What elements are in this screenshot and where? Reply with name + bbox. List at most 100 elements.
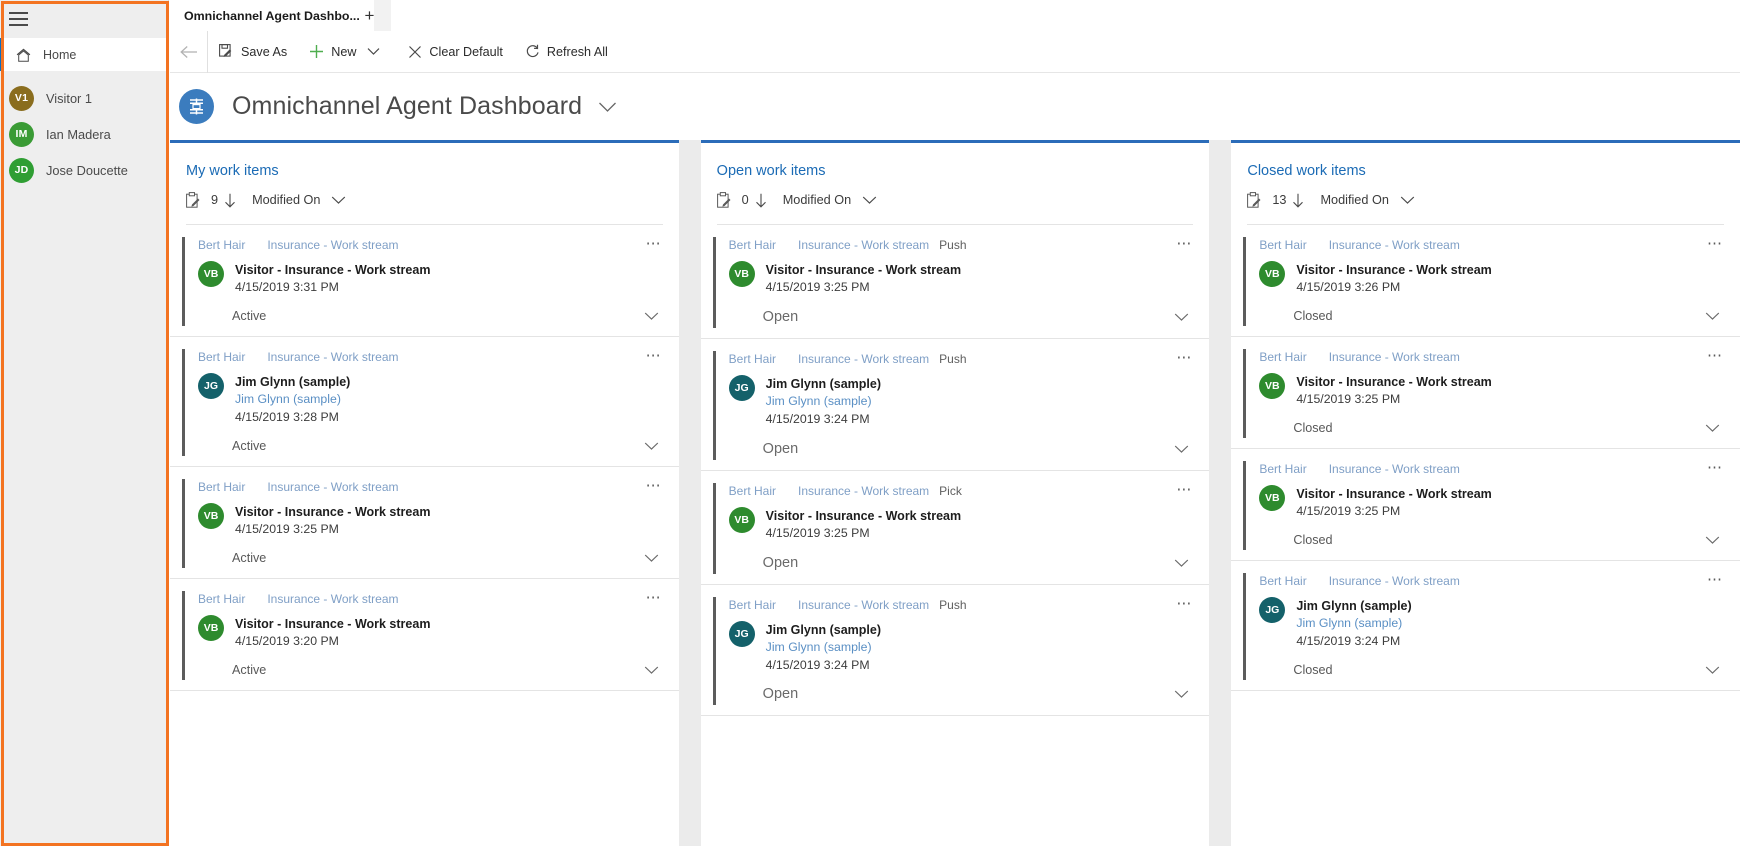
chevron-down-icon[interactable] <box>644 553 663 563</box>
table-row[interactable]: Bert Hair Insurance - Work stream Push ⋯… <box>700 339 1210 471</box>
tab-omnichannel-agent-dashboard[interactable]: Omnichannel Agent Dashbo... <box>170 0 374 31</box>
more-options-icon[interactable]: ⋯ <box>1176 236 1193 251</box>
chevron-down-icon[interactable] <box>644 665 663 675</box>
sidebar-item-ian-madera[interactable]: IM Ian Madera <box>0 116 168 152</box>
more-options-icon[interactable]: ⋯ <box>1707 348 1724 363</box>
card-owner[interactable]: Bert Hair <box>198 592 245 606</box>
omnichannel-icon <box>179 89 214 124</box>
chevron-down-icon[interactable] <box>862 195 877 205</box>
card-stream[interactable]: Insurance - Work stream <box>798 598 929 612</box>
card-owner[interactable]: Bert Hair <box>729 352 776 366</box>
more-options-icon[interactable]: ⋯ <box>646 236 663 251</box>
column-title[interactable]: Closed work items <box>1247 163 1724 179</box>
new-tab-button[interactable]: + <box>348 0 391 31</box>
chevron-down-icon[interactable] <box>598 101 617 113</box>
card-owner[interactable]: Bert Hair <box>729 484 776 498</box>
status-badge: Closed <box>1293 308 1333 323</box>
chevron-down-icon[interactable] <box>1174 689 1193 699</box>
card-stream[interactable]: Insurance - Work stream <box>798 352 929 366</box>
home-icon <box>15 47 32 63</box>
card-owner[interactable]: Bert Hair <box>198 480 245 494</box>
new-button[interactable]: New <box>298 31 397 73</box>
chevron-down-icon[interactable] <box>1705 535 1724 545</box>
chevron-down-icon[interactable] <box>365 47 386 56</box>
more-options-icon[interactable]: ⋯ <box>1176 350 1193 365</box>
card-owner[interactable]: Bert Hair <box>1259 238 1306 252</box>
table-row[interactable]: Bert Hair Insurance - Work stream ⋯ VB V… <box>170 579 679 691</box>
card-stream[interactable]: Insurance - Work stream <box>1329 574 1460 588</box>
chevron-down-icon[interactable] <box>1705 423 1724 433</box>
card-stream[interactable]: Insurance - Work stream <box>1329 350 1460 364</box>
chevron-down-icon[interactable] <box>644 441 663 451</box>
card-stream[interactable]: Insurance - Work stream <box>267 480 398 494</box>
table-row[interactable]: Bert Hair Insurance - Work stream ⋯ JG J… <box>170 337 679 467</box>
refresh-icon <box>525 44 540 59</box>
chevron-down-icon[interactable] <box>1705 665 1724 675</box>
sidebar-item-home[interactable]: Home <box>0 38 168 71</box>
sort-descending-icon[interactable] <box>1292 193 1304 208</box>
hamburger-icon[interactable] <box>9 12 28 26</box>
card-primary-text: Visitor - Insurance - Work stream <box>235 263 431 277</box>
more-options-icon[interactable]: ⋯ <box>1707 460 1724 475</box>
clear-default-button[interactable]: Clear Default <box>397 31 514 73</box>
column-title[interactable]: My work items <box>186 163 663 179</box>
more-options-icon[interactable]: ⋯ <box>1707 572 1724 587</box>
chevron-down-icon[interactable] <box>1174 444 1193 454</box>
card-stream[interactable]: Insurance - Work stream <box>798 238 929 252</box>
table-row[interactable]: Bert Hair Insurance - Work stream Push ⋯… <box>700 225 1210 339</box>
card-secondary-text[interactable]: Jim Glynn (sample) <box>1296 615 1411 633</box>
card-stream[interactable]: Insurance - Work stream <box>1329 238 1460 252</box>
table-row[interactable]: Bert Hair Insurance - Work stream ⋯ VB V… <box>170 467 679 579</box>
table-row[interactable]: Bert Hair Insurance - Work stream ⋯ VB V… <box>1231 449 1740 561</box>
card-owner[interactable]: Bert Hair <box>729 598 776 612</box>
table-row[interactable]: Bert Hair Insurance - Work stream ⋯ VB V… <box>1231 225 1740 337</box>
card-secondary-text[interactable]: Jim Glynn (sample) <box>766 639 881 657</box>
card-stream[interactable]: Insurance - Work stream <box>267 238 398 252</box>
card-owner[interactable]: Bert Hair <box>1259 350 1306 364</box>
refresh-all-button[interactable]: Refresh All <box>514 31 619 73</box>
card-owner[interactable]: Bert Hair <box>729 238 776 252</box>
sidebar-item-jose-doucette[interactable]: JD Jose Doucette <box>0 152 168 188</box>
avatar: JD <box>9 157 34 183</box>
sort-descending-icon[interactable] <box>224 193 236 208</box>
chevron-down-icon[interactable] <box>1174 312 1193 322</box>
back-button[interactable] <box>170 30 208 73</box>
column-title[interactable]: Open work items <box>717 163 1194 179</box>
table-row[interactable]: Bert Hair Insurance - Work stream Pick ⋯… <box>700 471 1210 585</box>
table-row[interactable]: Bert Hair Insurance - Work stream ⋯ VB V… <box>170 225 679 337</box>
card-lines: Jim Glynn (sample) Jim Glynn (sample) 4/… <box>766 375 881 429</box>
chevron-down-icon[interactable] <box>1400 195 1415 205</box>
card-primary-text: Visitor - Insurance - Work stream <box>765 263 962 277</box>
card-owner[interactable]: Bert Hair <box>198 350 245 364</box>
table-row[interactable]: Bert Hair Insurance - Work stream Push ⋯… <box>700 585 1210 717</box>
more-options-icon[interactable]: ⋯ <box>646 348 663 363</box>
more-options-icon[interactable]: ⋯ <box>1176 482 1193 497</box>
more-options-icon[interactable]: ⋯ <box>1176 596 1193 611</box>
table-row[interactable]: Bert Hair Insurance - Work stream ⋯ JG J… <box>1231 561 1740 691</box>
chevron-down-icon[interactable] <box>1705 311 1724 321</box>
chevron-down-icon[interactable] <box>644 311 663 321</box>
more-options-icon[interactable]: ⋯ <box>1707 236 1724 251</box>
card-secondary-text[interactable]: Jim Glynn (sample) <box>766 393 881 411</box>
more-options-icon[interactable]: ⋯ <box>646 590 663 605</box>
clipboard-icon <box>716 192 731 208</box>
sidebar-menu-row[interactable] <box>0 0 168 38</box>
card-stream[interactable]: Insurance - Work stream <box>798 484 929 498</box>
card-stream[interactable]: Insurance - Work stream <box>267 592 398 606</box>
card-owner[interactable]: Bert Hair <box>1259 462 1306 476</box>
status-badge: Closed <box>1293 532 1333 547</box>
card-owner[interactable]: Bert Hair <box>198 238 245 252</box>
more-options-icon[interactable]: ⋯ <box>646 478 663 493</box>
sidebar-item-visitor-1[interactable]: V1 Visitor 1 <box>0 80 168 116</box>
chevron-down-icon[interactable] <box>331 195 346 205</box>
card-secondary-text[interactable]: Jim Glynn (sample) <box>235 391 350 409</box>
chevron-down-icon[interactable] <box>1174 558 1193 568</box>
sort-descending-icon[interactable] <box>755 193 767 208</box>
save-as-button[interactable]: Save As <box>208 31 298 73</box>
card-stream[interactable]: Insurance - Work stream <box>1329 462 1460 476</box>
card-stream[interactable]: Insurance - Work stream <box>267 350 398 364</box>
table-row[interactable]: Bert Hair Insurance - Work stream ⋯ VB V… <box>1231 337 1740 449</box>
avatar: VB <box>728 261 755 287</box>
card-owner[interactable]: Bert Hair <box>1259 574 1306 588</box>
card-header: Bert Hair Insurance - Work stream Push ⋯ <box>715 350 1194 366</box>
